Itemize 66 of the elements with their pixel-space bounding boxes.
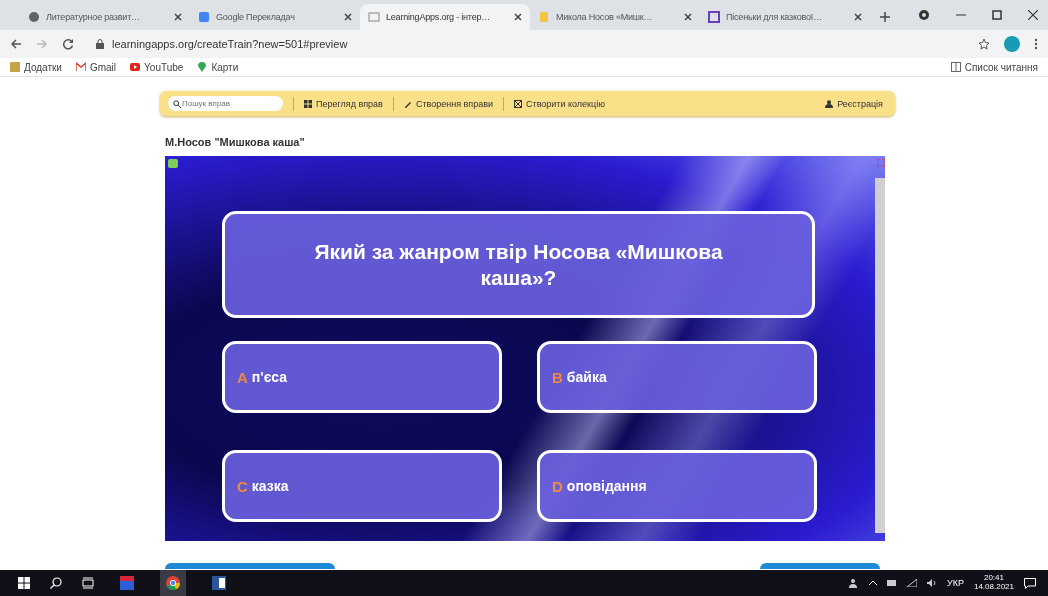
lock-icon	[96, 39, 104, 49]
mail-icon	[75, 62, 86, 72]
star-icon[interactable]	[978, 38, 990, 50]
map-pin-icon	[197, 62, 208, 72]
close-icon[interactable]	[1028, 10, 1038, 20]
chrome-icon[interactable]	[166, 576, 180, 590]
bookmark-link[interactable]: Gmail	[89, 61, 117, 73]
answer-option[interactable]: B байка	[537, 341, 817, 413]
page-icon	[538, 11, 550, 23]
browser-tab[interactable]: Пісеньки для казкової…	[700, 4, 870, 30]
register-link[interactable]: Реєстрація	[837, 98, 883, 109]
answer-option[interactable]: D оповідання	[537, 450, 817, 522]
windows-start-icon[interactable]	[18, 577, 30, 589]
avatar-icon[interactable]	[1004, 36, 1020, 52]
search-icon	[173, 99, 181, 108]
profile-icon[interactable]	[918, 9, 930, 21]
reload-icon[interactable]	[62, 38, 74, 50]
maximize-icon[interactable]	[992, 10, 1002, 20]
browser-tab[interactable]: Google Перекладач	[190, 4, 360, 30]
collection-icon	[514, 99, 522, 108]
new-tab-icon[interactable]	[880, 12, 890, 22]
battery-icon[interactable]	[887, 580, 897, 586]
reading-list-link[interactable]: Список читання	[964, 61, 1038, 73]
nav-link[interactable]: Перегляд вправ	[316, 98, 383, 109]
language-indicator[interactable]: УКР	[947, 578, 964, 588]
grid-icon	[304, 99, 312, 108]
close-icon[interactable]	[854, 13, 862, 21]
task-view-icon[interactable]	[82, 577, 94, 589]
page-icon	[368, 11, 380, 23]
play-icon	[130, 62, 141, 72]
chevron-up-icon[interactable]	[869, 580, 877, 586]
people-icon[interactable]	[849, 578, 859, 588]
bookmark-link[interactable]: Додатки	[24, 61, 62, 73]
bookmark-link[interactable]: YouTube	[144, 61, 184, 73]
close-icon[interactable]	[514, 13, 522, 21]
nav-link[interactable]: Створення вправи	[415, 98, 493, 109]
search-icon[interactable]	[50, 577, 62, 589]
answer-option[interactable]: A п'єса	[222, 341, 502, 413]
volume-icon[interactable]	[927, 579, 937, 587]
close-icon[interactable]	[174, 13, 182, 21]
translate-icon	[198, 11, 210, 23]
close-icon[interactable]	[684, 13, 692, 21]
browser-tab[interactable]: Микола Носов «Мишк…	[530, 4, 700, 30]
close-icon[interactable]	[344, 13, 352, 21]
reading-list-icon	[950, 62, 961, 72]
pencil-icon	[403, 99, 412, 108]
menu-icon[interactable]	[1034, 38, 1038, 50]
notification-icon[interactable]	[1024, 577, 1036, 589]
clock[interactable]: 20:41 14.08.2021	[973, 574, 1014, 592]
apps-icon	[10, 62, 20, 72]
browser-tab[interactable]: LearningApps.org - інтер…	[360, 4, 530, 30]
search-field[interactable]: Пошук вправ	[168, 96, 283, 111]
logo-icon	[168, 159, 178, 168]
browser-tab[interactable]: Литературное развит…	[20, 4, 190, 30]
question-card: Який за жанром твір Носова «Мишкова каша»?	[222, 211, 815, 318]
scrollbar[interactable]	[875, 178, 885, 533]
url-text: learningapps.org/createTrain?new=501#preview	[112, 38, 348, 50]
user-icon	[825, 99, 834, 108]
network-icon[interactable]	[907, 579, 917, 587]
nav-link[interactable]: Створити колекцію	[526, 98, 605, 109]
bookmark-link[interactable]: Карти	[211, 61, 239, 73]
square-icon	[708, 11, 720, 23]
word-icon[interactable]	[212, 576, 226, 590]
answer-option[interactable]: C казка	[222, 450, 502, 522]
exercise-title: М.Носов "Мишкова каша"	[165, 136, 306, 150]
back-icon[interactable]	[10, 38, 22, 50]
